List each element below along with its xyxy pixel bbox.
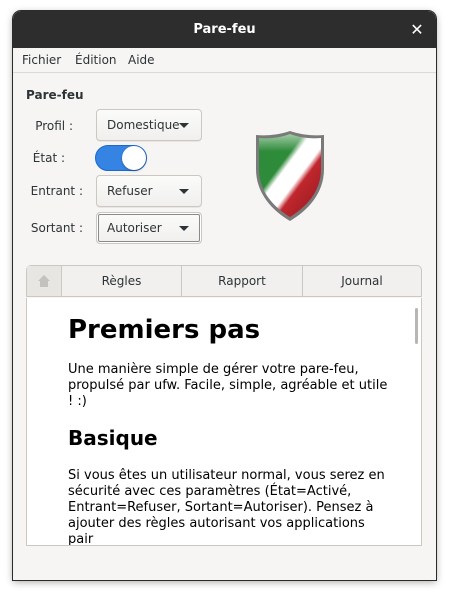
tab-rules[interactable]: Règles xyxy=(61,266,181,296)
chevron-down-icon xyxy=(179,123,189,128)
doc-subtitle: Basique xyxy=(68,426,158,450)
toggle-knob xyxy=(122,146,146,170)
profile-label: Profil : xyxy=(35,119,73,133)
tab-home[interactable] xyxy=(27,266,61,296)
outgoing-label: Sortant : xyxy=(30,221,83,235)
doc-paragraph: Si vous êtes un utilisateur normal, vous… xyxy=(68,468,385,546)
bottom-bar xyxy=(13,556,436,580)
tab-bar: Règles Rapport Journal xyxy=(26,265,422,297)
doc-body: Premiers pas Une manière simple de gérer… xyxy=(68,308,388,546)
tab-report[interactable]: Rapport xyxy=(181,266,302,296)
tab-log[interactable]: Journal xyxy=(302,266,421,296)
app-window: Pare-feu ✕ Fichier Édition Aide Pare-feu… xyxy=(13,11,436,580)
section-heading: Pare-feu xyxy=(26,88,84,102)
chevron-down-icon xyxy=(179,189,189,194)
state-label: État : xyxy=(32,151,65,165)
profile-combo[interactable]: Domestique xyxy=(96,109,202,141)
title-bar: Pare-feu ✕ xyxy=(13,11,436,48)
incoming-label: Entrant : xyxy=(30,184,83,198)
chevron-down-icon xyxy=(179,226,189,231)
outgoing-combo[interactable]: Autoriser xyxy=(96,212,202,244)
menu-bar: Fichier Édition Aide xyxy=(13,48,436,73)
window-title: Pare-feu xyxy=(193,22,256,37)
menu-fichier[interactable]: Fichier xyxy=(22,48,61,72)
doc-view[interactable]: Premiers pas Une manière simple de gérer… xyxy=(26,298,422,546)
incoming-combo[interactable]: Refuser xyxy=(96,175,202,207)
profile-value: Domestique xyxy=(107,118,180,132)
scrollbar[interactable] xyxy=(415,308,418,344)
doc-title: Premiers pas xyxy=(68,315,261,345)
incoming-value: Refuser xyxy=(107,184,153,198)
close-icon[interactable]: ✕ xyxy=(406,19,428,41)
outgoing-value: Autoriser xyxy=(107,221,162,235)
state-toggle[interactable] xyxy=(95,145,147,171)
shield-logo-icon xyxy=(256,131,324,221)
menu-edition[interactable]: Édition xyxy=(75,48,117,72)
home-icon xyxy=(38,275,50,287)
doc-intro: Une manière simple de gérer votre pare-f… xyxy=(68,362,388,409)
menu-aide[interactable]: Aide xyxy=(128,48,155,72)
